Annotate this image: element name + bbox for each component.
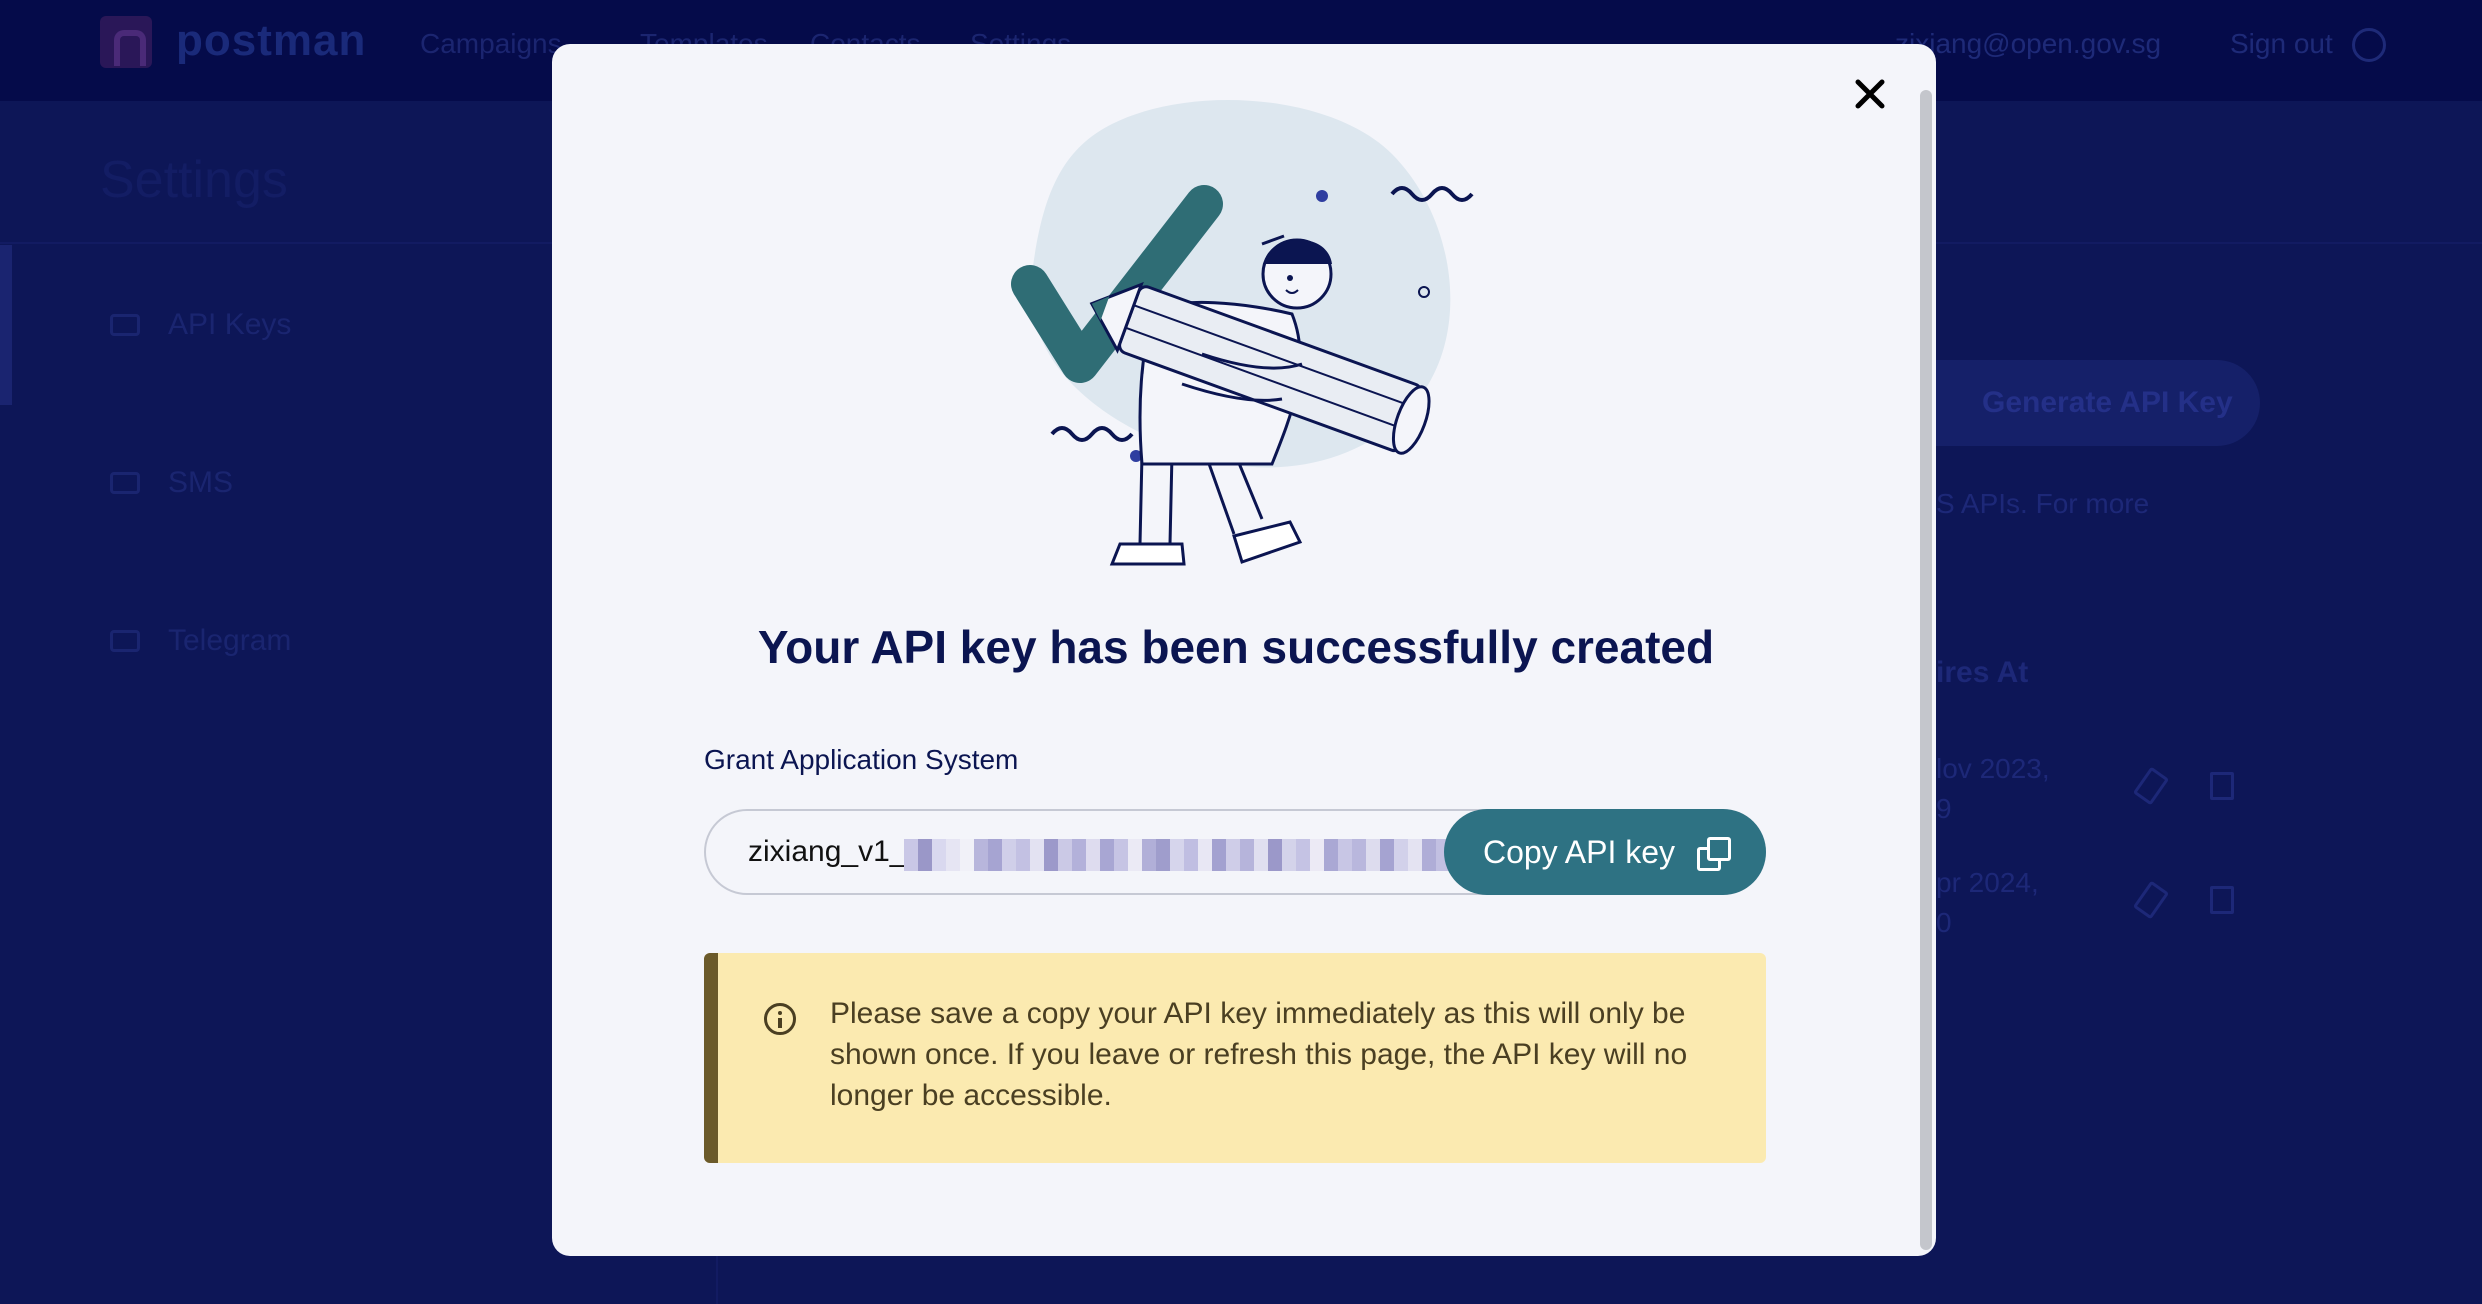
info-icon <box>764 1003 796 1035</box>
modal-scrollbar[interactable] <box>1920 90 1932 1250</box>
copy-api-key-button[interactable]: Copy API key <box>1444 809 1766 895</box>
generate-api-key-button[interactable]: Generate API Key <box>1890 360 2260 446</box>
table-cell-expiry: lov 2023, <box>1936 753 2050 784</box>
postman-logo-icon <box>100 16 152 68</box>
api-key-prefix: zixiang_v1_ <box>748 835 907 868</box>
trash-icon[interactable] <box>2210 886 2234 914</box>
close-icon <box>1855 79 1885 109</box>
sign-out-icon[interactable] <box>2352 28 2386 62</box>
sidebar-item-telegram[interactable]: Telegram <box>110 624 291 658</box>
warning-accent-bar <box>704 953 718 1163</box>
settings-description: S APIs. For more <box>1936 488 2150 519</box>
sidebar-item-label: SMS <box>168 466 234 499</box>
table-cell-expiry-time: 0 <box>1936 907 1952 938</box>
sidebar-item-api-keys[interactable]: API Keys <box>110 308 291 342</box>
key-icon <box>110 314 140 336</box>
trash-icon[interactable] <box>2210 772 2234 800</box>
close-button[interactable] <box>1846 70 1894 118</box>
warning-text: Please save a copy your API key immediat… <box>830 997 1688 1112</box>
modal-title: Your API key has been successfully creat… <box>757 621 1715 673</box>
api-key-created-modal: Your API key has been successfully creat… <box>552 44 1936 1256</box>
warning-callout: Please save a copy your API key immediat… <box>704 953 1766 1163</box>
copy-icon <box>1697 837 1732 871</box>
sidebar-item-sms[interactable]: SMS <box>110 466 233 500</box>
brand-name: postman <box>176 16 367 65</box>
table-cell-expiry: pr 2024, <box>1936 867 2039 898</box>
copy-button-label: Copy API key <box>1482 833 1676 870</box>
api-key-name-label: Grant Application System <box>704 744 1019 775</box>
sidebar-item-label: Telegram <box>168 624 292 657</box>
page-title: Settings <box>100 151 288 209</box>
sidebar-item-label: API Keys <box>168 308 292 341</box>
nav-item-campaigns[interactable]: Campaigns <box>420 28 562 60</box>
table-header-expires-at: ires At <box>1936 656 2029 689</box>
send-icon <box>110 630 140 652</box>
chat-icon <box>110 472 140 494</box>
sidebar-active-indicator <box>0 245 12 405</box>
table-cell-expiry-time: 9 <box>1936 793 1952 824</box>
sign-out-link[interactable]: Sign out <box>2230 28 2333 60</box>
success-checkmark-illustration <box>1011 100 1474 566</box>
